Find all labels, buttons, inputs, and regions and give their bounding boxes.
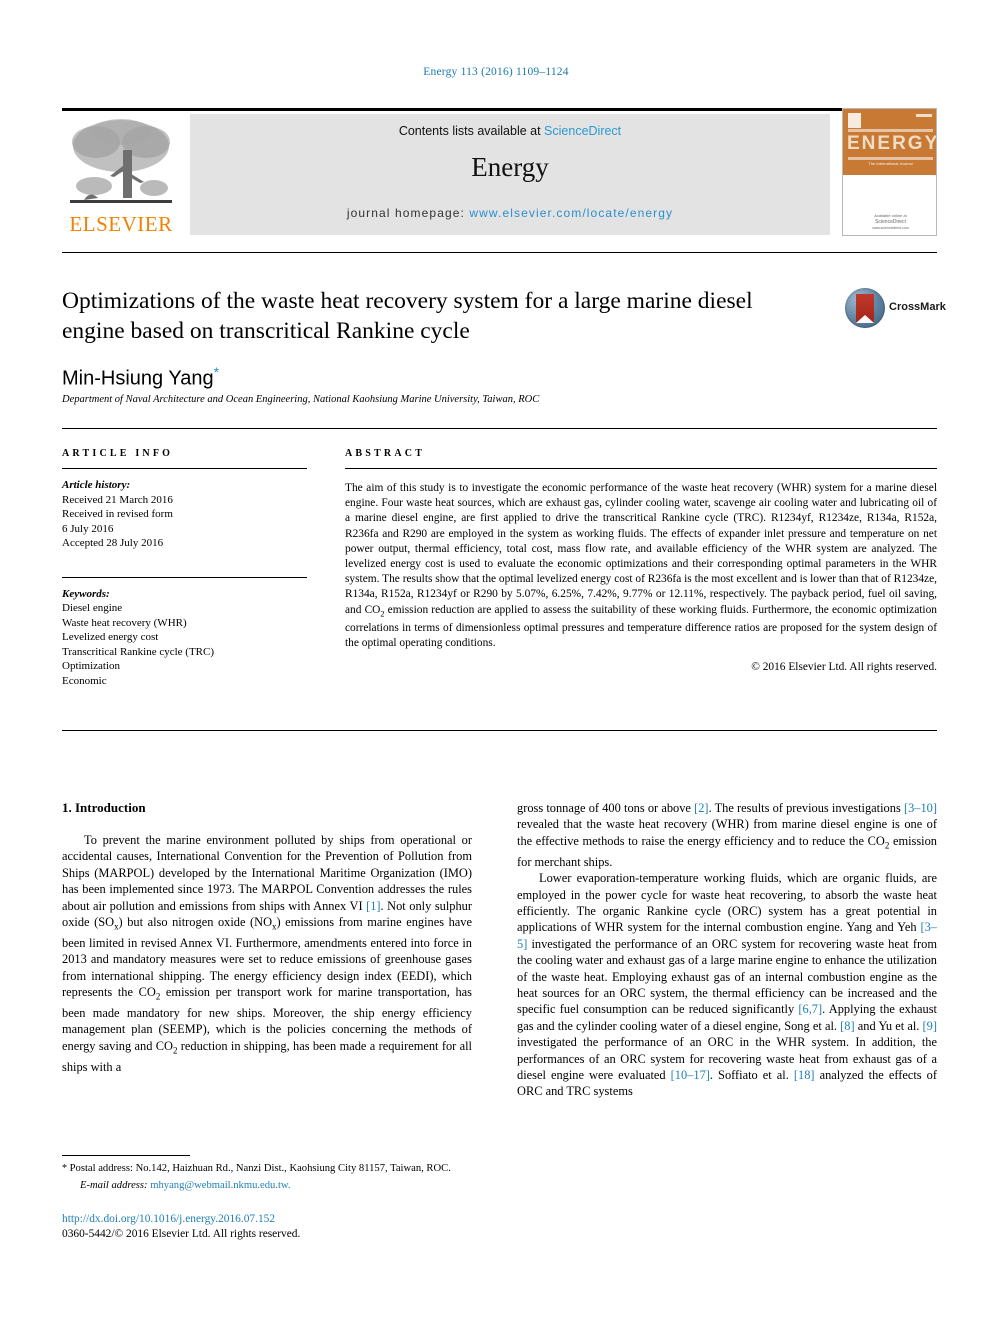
cover-strip-top: [848, 129, 933, 132]
email-address-line: E-mail address: mhyang@webmail.nkmu.edu.…: [62, 1179, 482, 1193]
journal-title: Energy: [471, 152, 549, 182]
abstract-copyright: © 2016 Elsevier Ltd. All rights reserved…: [751, 660, 937, 673]
article-history-label: Article history:: [62, 479, 131, 491]
keyword-item: Optimization: [62, 660, 121, 672]
keyword-item: Economic: [62, 674, 107, 687]
body-paragraph: To prevent the marine environment pollut…: [62, 833, 472, 1074]
crossmark-bookmark-icon: [856, 294, 874, 323]
cover-issn-mark: [916, 114, 932, 117]
abstract-rule: [345, 468, 937, 469]
info-band-bottom-rule: [62, 730, 937, 731]
keyword-item: Diesel engine: [62, 602, 123, 614]
elsevier-logo: ELSEVIER: [62, 114, 180, 238]
author-name: Min-Hsiung Yang*: [62, 364, 219, 391]
page-title: Optimizations of the waste heat recovery…: [62, 288, 753, 344]
abstract-heading: ABSTRACT: [345, 448, 426, 459]
journal-banner: Contents lists available at ScienceDirec…: [190, 114, 830, 235]
cover-footer-mark: Available online at ScienceDirect www.sc…: [872, 213, 909, 230]
author-correspondence-marker[interactable]: *: [214, 364, 219, 380]
keyword-item: Waste heat recovery (WHR): [62, 616, 187, 629]
history-item: 6 July 2016: [62, 522, 114, 535]
history-item: Received 21 March 2016: [62, 493, 173, 506]
crossmark-badge[interactable]: CrossMark: [845, 288, 946, 330]
author-affiliation: Department of Naval Architecture and Oce…: [62, 394, 540, 405]
postal-address-line: * Postal address: No.142, Haizhuan Rd., …: [62, 1162, 482, 1176]
crossmark-label: CrossMark: [889, 301, 946, 313]
crossmark-icon: [845, 288, 885, 328]
cover-elsevier-mark: [848, 113, 861, 128]
keyword-item: Transcritical Rankine cycle (TRC): [62, 645, 215, 658]
info-band-top-rule: [62, 428, 937, 429]
footnote-marker: *: [62, 1163, 67, 1174]
paper-page: Energy 113 (2016) 1109–1124 ELSEVIER Con…: [0, 0, 992, 1323]
homepage-link[interactable]: www.elsevier.com/locate/energy: [469, 206, 673, 220]
contents-line: Contents lists available at ScienceDirec…: [190, 124, 830, 138]
contents-prefix: Contents lists available at: [398, 124, 545, 138]
elsevier-wordmark: ELSEVIER: [69, 212, 173, 236]
keywords-group: Keywords: Diesel engine Waste heat recov…: [62, 587, 307, 689]
homepage-prefix: journal homepage:: [346, 206, 470, 220]
author-text: Min-Hsiung Yang: [62, 367, 214, 390]
journal-cover-thumbnail: ENERGY The International Journal Availab…: [842, 108, 937, 236]
issn-copyright-line: 0360-5442/© 2016 Elsevier Ltd. All right…: [62, 1228, 301, 1240]
body-paragraph: gross tonnage of 400 tons or above [2]. …: [517, 801, 937, 869]
footnote-block: * Postal address: No.142, Haizhuan Rd., …: [62, 1162, 482, 1192]
keywords-label: Keywords:: [62, 587, 110, 600]
body-column-left: 1. Introduction To prevent the marine en…: [62, 800, 472, 1075]
cover-strip-bottom: [848, 157, 933, 160]
cover-title: ENERGY: [847, 133, 937, 154]
article-info-heading: ARTICLE INFO: [62, 448, 174, 459]
footnote-rule: [62, 1155, 190, 1156]
abstract-column: ABSTRACT The aim of this study is to inv…: [345, 448, 937, 673]
cover-top-band: ENERGY The International Journal: [843, 109, 936, 175]
postal-value: No.142, Haizhuan Rd., Nanzi Dist., Kaohs…: [135, 1163, 451, 1174]
journal-masthead: ELSEVIER Contents lists available at Sci…: [62, 108, 937, 238]
email-label: E-mail address:: [80, 1179, 148, 1191]
sciencedirect-link[interactable]: ScienceDirect: [544, 124, 621, 138]
abstract-body: The aim of this study is to investigate …: [345, 482, 937, 650]
doi-link[interactable]: http://dx.doi.org/10.1016/j.energy.2016.…: [62, 1212, 482, 1227]
history-item: Accepted 28 July 2016: [62, 537, 164, 549]
article-info-rule: [62, 468, 307, 469]
elsevier-tree-icon: [70, 119, 172, 203]
email-link[interactable]: mhyang@webmail.nkmu.edu.tw.: [150, 1180, 290, 1191]
cover-subtitle: The International Journal: [868, 161, 913, 166]
running-head: Energy 113 (2016) 1109–1124: [423, 66, 569, 78]
postal-label: Postal address:: [69, 1163, 133, 1174]
masthead-top-rule: [62, 108, 937, 111]
keyword-item: Levelized energy cost: [62, 631, 159, 643]
body-paragraph: Lower evaporation-temperature working fl…: [517, 871, 937, 1099]
history-item: Received in revised form: [62, 508, 173, 520]
article-info-column: ARTICLE INFO Article history: Received 2…: [62, 448, 307, 688]
title-divider: [62, 252, 937, 253]
keywords-rule: [62, 576, 307, 578]
doi-block: http://dx.doi.org/10.1016/j.energy.2016.…: [62, 1212, 482, 1242]
section-heading-introduction: 1. Introduction: [62, 800, 146, 815]
article-history-group: Article history: Received 21 March 2016 …: [62, 478, 307, 551]
homepage-line: journal homepage: www.elsevier.com/locat…: [190, 206, 830, 220]
body-column-right: gross tonnage of 400 tons or above [2]. …: [517, 800, 937, 1100]
